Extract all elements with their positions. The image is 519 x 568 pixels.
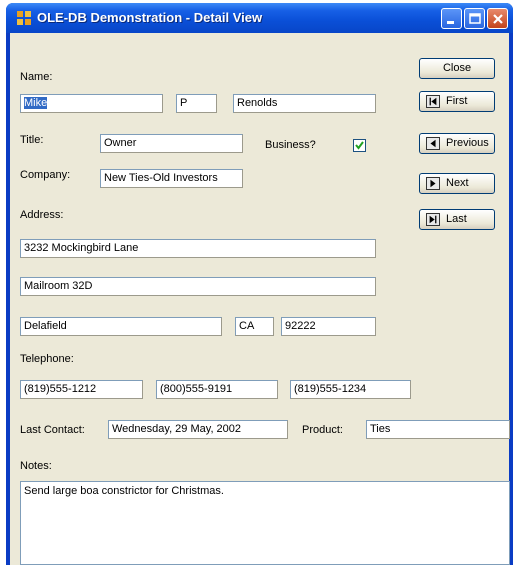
last-name-field[interactable]: Renolds: [233, 94, 376, 113]
zip-field[interactable]: 92222: [281, 317, 376, 336]
next-record-icon: [426, 177, 440, 190]
form-body: Name: Mike P Renolds Title: Owner Busine…: [10, 33, 510, 565]
close-button[interactable]: Close: [419, 58, 495, 79]
last-contact-label: Last Contact:: [20, 424, 85, 436]
title-bar[interactable]: OLE-DB Demonstration - Detail View: [6, 3, 513, 33]
previous-button[interactable]: Previous: [419, 133, 495, 154]
last-contact-field[interactable]: Wednesday, 29 May, 2002: [108, 420, 288, 439]
address-line2-field[interactable]: Mailroom 32D: [20, 277, 376, 296]
detail-view-window: OLE-DB Demonstration - Detail View Name:…: [6, 3, 513, 565]
phone3-field[interactable]: (819)555-1234: [290, 380, 411, 399]
title-label: Title:: [20, 134, 44, 146]
last-button-label: Last: [446, 213, 467, 225]
phone1-field[interactable]: (819)555-1212: [20, 380, 143, 399]
application-icon: [17, 11, 31, 25]
close-icon: [493, 14, 503, 24]
company-field[interactable]: New Ties-Old Investors: [100, 169, 243, 188]
window-title: OLE-DB Demonstration - Detail View: [37, 10, 263, 25]
previous-button-label: Previous: [446, 137, 489, 149]
notes-label: Notes:: [20, 460, 52, 472]
middle-initial-field[interactable]: P: [176, 94, 217, 113]
business-checkbox[interactable]: [353, 139, 366, 152]
address-label: Address:: [20, 209, 64, 221]
close-button-label: Close: [442, 62, 472, 74]
next-button[interactable]: Next: [419, 173, 495, 194]
maximize-button[interactable]: [464, 8, 485, 29]
first-name-field[interactable]: Mike: [20, 94, 163, 113]
checkmark-icon: [355, 141, 364, 150]
company-label: Company:: [20, 169, 71, 181]
previous-record-icon: [426, 137, 440, 150]
name-label: Name:: [20, 71, 53, 83]
state-field[interactable]: CA: [235, 317, 274, 336]
title-field[interactable]: Owner: [100, 134, 243, 153]
first-record-icon: [426, 95, 440, 108]
last-button[interactable]: Last: [419, 209, 495, 230]
city-field[interactable]: Delafield: [20, 317, 222, 336]
product-label: Product:: [302, 424, 343, 436]
close-window-button[interactable]: [487, 8, 508, 29]
first-name-value: Mike: [24, 97, 48, 109]
telephone-label: Telephone:: [20, 353, 74, 365]
first-button-label: First: [446, 95, 468, 107]
notes-textarea[interactable]: Send large boa constrictor for Christmas…: [20, 481, 510, 565]
next-button-label: Next: [446, 177, 469, 189]
phone2-field[interactable]: (800)555-9191: [156, 380, 278, 399]
maximize-icon: [469, 13, 481, 24]
business-label: Business?: [265, 139, 316, 151]
minimize-button[interactable]: [441, 8, 462, 29]
address-line1-field[interactable]: 3232 Mockingbird Lane: [20, 239, 376, 258]
last-record-icon: [426, 213, 440, 226]
first-button[interactable]: First: [419, 91, 495, 112]
product-field[interactable]: Ties: [366, 420, 510, 439]
minimize-icon: [447, 21, 454, 24]
